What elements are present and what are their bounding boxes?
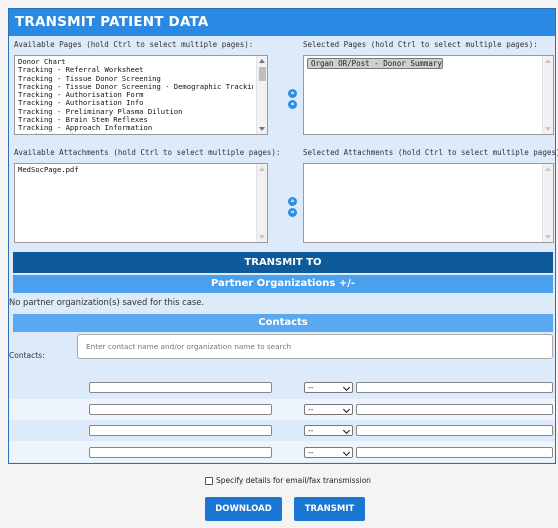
contact-row: -- bbox=[9, 441, 555, 462]
contact-row: -- bbox=[9, 420, 555, 441]
available-attachments-list[interactable]: MedSocPage.pdf bbox=[14, 163, 268, 243]
contact-row: -- bbox=[9, 399, 555, 420]
available-attachments-scrollbar[interactable] bbox=[256, 164, 267, 242]
list-item[interactable]: Tracking - Tissue Outcomes bbox=[18, 133, 253, 134]
list-item[interactable]: Tracking - Brain Stem Reflexes bbox=[18, 116, 253, 124]
specify-details-label: Specify details for email/fax transmissi… bbox=[216, 476, 371, 485]
partner-organizations-toggle[interactable]: Partner Organizations +/- bbox=[13, 275, 553, 293]
specify-details-checkbox-row[interactable]: Specify details for email/fax transmissi… bbox=[205, 476, 371, 485]
transmit-button[interactable]: TRANSMIT bbox=[294, 497, 365, 521]
contact-search-input[interactable] bbox=[77, 334, 553, 359]
add-page-button[interactable]: » bbox=[288, 89, 297, 98]
contact-name-input[interactable] bbox=[89, 382, 272, 393]
selected-pages-list[interactable]: Organ OR/Post - Donor Summary bbox=[303, 55, 554, 135]
chevron-down-icon bbox=[342, 448, 351, 457]
contact-name-input[interactable] bbox=[89, 447, 272, 458]
selected-attachments-list[interactable] bbox=[303, 163, 554, 243]
chevron-down-icon bbox=[342, 383, 351, 392]
list-item[interactable]: Tracking - Tissue Donor Screening bbox=[18, 75, 253, 83]
list-item[interactable]: Tracking - Authorisation Info bbox=[18, 99, 253, 107]
list-item[interactable]: MedSocPage.pdf bbox=[18, 166, 253, 174]
remove-attachment-button[interactable]: « bbox=[288, 208, 297, 217]
contact-type-select[interactable]: -- bbox=[304, 382, 353, 393]
download-button[interactable]: DOWNLOAD bbox=[205, 497, 282, 521]
list-item[interactable]: Tracking - Preliminary Plasma Dilution bbox=[18, 108, 253, 116]
contact-detail-input[interactable] bbox=[356, 425, 553, 436]
contact-name-input[interactable] bbox=[89, 404, 272, 415]
chevron-down-icon bbox=[342, 426, 351, 435]
chevron-down-icon bbox=[342, 405, 351, 414]
transmit-panel: TRANSMIT PATIENT DATA Available Pages (h… bbox=[8, 8, 558, 464]
contact-detail-input[interactable] bbox=[356, 447, 553, 458]
list-item[interactable]: Tracking - Referral Worksheet bbox=[18, 66, 253, 74]
available-pages-list[interactable]: Donor Chart Tracking - Referral Worksheet… bbox=[14, 55, 268, 135]
transmit-to-header: TRANSMIT TO bbox=[13, 252, 553, 273]
remove-page-button[interactable]: « bbox=[288, 100, 297, 109]
page-title: TRANSMIT PATIENT DATA bbox=[9, 9, 555, 36]
contact-detail-input[interactable] bbox=[356, 382, 553, 393]
no-partner-message: No partner organization(s) saved for thi… bbox=[9, 297, 205, 307]
selected-pages-label: Selected Pages (hold Ctrl to select mult… bbox=[303, 40, 538, 49]
available-attachments-label: Available Attachments (hold Ctrl to sele… bbox=[14, 148, 281, 157]
available-pages-label: Available Pages (hold Ctrl to select mul… bbox=[14, 40, 254, 49]
available-pages-scrollbar[interactable] bbox=[256, 56, 267, 134]
list-item[interactable]: Tracking - Authorisation Form bbox=[18, 91, 253, 99]
selected-pages-scrollbar[interactable] bbox=[542, 56, 553, 134]
specify-details-checkbox[interactable] bbox=[205, 477, 213, 485]
list-item[interactable]: Organ OR/Post - Donor Summary bbox=[307, 58, 443, 69]
contact-type-select[interactable]: -- bbox=[304, 404, 353, 415]
contacts-label: Contacts: bbox=[9, 351, 45, 360]
contact-detail-input[interactable] bbox=[356, 404, 553, 415]
contacts-header: Contacts bbox=[13, 314, 553, 332]
contact-name-input[interactable] bbox=[89, 425, 272, 436]
contact-type-select[interactable]: -- bbox=[304, 447, 353, 458]
contact-type-select[interactable]: -- bbox=[304, 425, 353, 436]
selected-attachments-label: Selected Attachments (hold Ctrl to selec… bbox=[303, 148, 558, 157]
list-item[interactable]: Tracking - Tissue Donor Screening - Demo… bbox=[18, 83, 253, 91]
contact-row: -- bbox=[9, 378, 555, 399]
list-item[interactable]: Donor Chart bbox=[18, 58, 253, 66]
add-attachment-button[interactable]: » bbox=[288, 197, 297, 206]
selected-attachments-scrollbar[interactable] bbox=[542, 164, 553, 242]
list-item[interactable]: Tracking - Approach Information bbox=[18, 124, 253, 132]
